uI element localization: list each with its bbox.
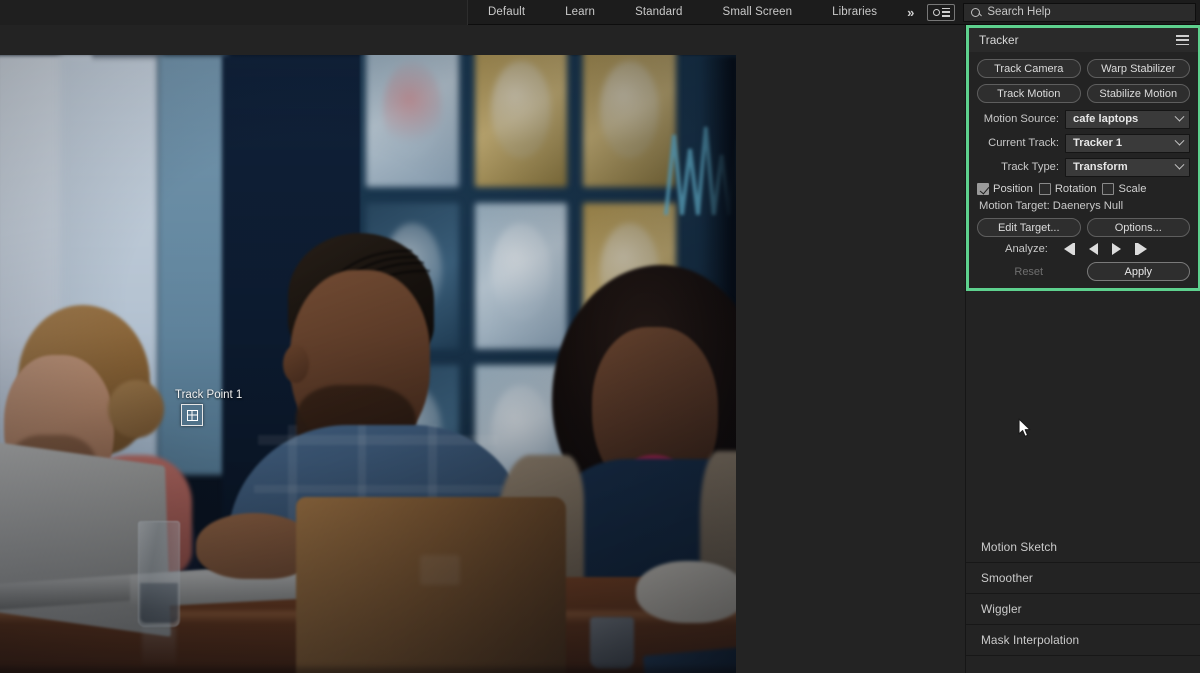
track-point-overlay[interactable]: Track Point 1 — [175, 389, 242, 426]
options-button[interactable]: Options... — [1087, 218, 1191, 237]
composition-viewer[interactable]: Track Point 1 — [0, 25, 965, 673]
position-checkbox-item[interactable]: Position — [977, 183, 1033, 195]
right-panel-stack: Info Audio Effects & Presets Libraries A… — [965, 25, 1200, 673]
gear-icon — [933, 9, 940, 16]
warp-stabilizer-button[interactable]: Warp Stabilizer — [1087, 59, 1191, 78]
panel-item-motion-sketch[interactable]: Motion Sketch — [966, 532, 1200, 563]
track-type-label: Track Type: — [977, 161, 1065, 173]
rotation-checkbox[interactable] — [1039, 183, 1051, 195]
tracker-panel-header[interactable]: Tracker — [969, 28, 1198, 52]
search-help-input[interactable]: Search Help — [963, 3, 1196, 22]
position-checkbox-label: Position — [993, 183, 1033, 195]
tracker-bottom-buttons-row: Reset Apply — [977, 262, 1190, 281]
tracker-checkbox-row: Position Rotation Scale — [977, 183, 1190, 195]
search-icon — [971, 8, 980, 17]
workspace-settings-icon[interactable] — [927, 4, 955, 21]
motion-source-select[interactable]: cafe laptops — [1065, 110, 1190, 129]
analyze-1-backward-icon[interactable] — [1064, 243, 1076, 255]
motion-source-row: Motion Source: cafe laptops — [977, 109, 1190, 129]
tracker-panel-body: Track Camera Warp Stabilizer Track Motio… — [969, 52, 1198, 288]
track-motion-button[interactable]: Track Motion — [977, 84, 1081, 103]
scene-color-grade — [0, 55, 736, 673]
tracker-buttons-row-2: Track Motion Stabilize Motion — [977, 84, 1190, 103]
current-track-label: Current Track: — [977, 137, 1065, 149]
analyze-label: Analyze: — [1005, 243, 1048, 255]
sliders-icon — [942, 8, 950, 17]
track-type-row: Track Type: Transform — [977, 157, 1190, 177]
current-track-row: Current Track: Tracker 1 — [977, 133, 1190, 153]
panel-item-wiggler[interactable]: Wiggler — [966, 594, 1200, 625]
track-point-label: Track Point 1 — [175, 389, 242, 401]
track-camera-button[interactable]: Track Camera — [977, 59, 1081, 78]
chevron-down-icon — [1175, 135, 1185, 145]
tracker-panel-title: Tracker — [979, 33, 1019, 47]
workspace-tab-libraries[interactable]: Libraries — [812, 0, 897, 25]
tracker-panel[interactable]: Tracker Track Camera Warp Stabilizer Tra… — [966, 25, 1200, 291]
stabilize-motion-button[interactable]: Stabilize Motion — [1087, 84, 1191, 103]
panel-item-mask-interpolation[interactable]: Mask Interpolation — [966, 625, 1200, 656]
rotation-checkbox-item[interactable]: Rotation — [1039, 183, 1097, 195]
search-help-text: Search Help — [987, 6, 1050, 18]
rotation-checkbox-label: Rotation — [1055, 183, 1097, 195]
tracker-target-buttons-row: Edit Target... Options... — [977, 218, 1190, 237]
analyze-1-forward-icon[interactable] — [1135, 243, 1147, 255]
apply-button[interactable]: Apply — [1087, 262, 1191, 281]
motion-source-label: Motion Source: — [977, 113, 1065, 125]
current-track-select[interactable]: Tracker 1 — [1065, 134, 1190, 153]
position-checkbox[interactable] — [977, 183, 989, 195]
scale-checkbox-item[interactable]: Scale — [1102, 183, 1146, 195]
analyze-forward-icon[interactable] — [1112, 243, 1121, 255]
analyze-backward-icon[interactable] — [1089, 243, 1098, 255]
scale-checkbox[interactable] — [1102, 183, 1114, 195]
panel-menu-icon[interactable] — [1176, 35, 1189, 45]
current-track-value: Tracker 1 — [1073, 137, 1122, 149]
edit-target-button[interactable]: Edit Target... — [977, 218, 1081, 237]
track-point-crosshair-icon — [187, 410, 198, 421]
workspace-tab-small-screen[interactable]: Small Screen — [703, 0, 813, 25]
workspace-tab-standard[interactable]: Standard — [615, 0, 702, 25]
toolbar-left-filler — [0, 0, 468, 25]
panel-item-smoother[interactable]: Smoother — [966, 563, 1200, 594]
tracker-buttons-row-1: Track Camera Warp Stabilizer — [977, 59, 1190, 78]
workspace-tab-default[interactable]: Default — [468, 0, 545, 25]
scale-checkbox-label: Scale — [1118, 183, 1146, 195]
top-toolbar: Default Learn Standard Small Screen Libr… — [0, 0, 1200, 25]
workspace-tab-learn[interactable]: Learn — [545, 0, 615, 25]
chevron-down-icon — [1175, 159, 1185, 169]
track-type-select[interactable]: Transform — [1065, 158, 1190, 177]
workspace-overflow-icon[interactable]: » — [897, 0, 927, 25]
reset-button[interactable]: Reset — [977, 262, 1081, 281]
track-point-marker-icon[interactable] — [181, 404, 203, 426]
app-window: Default Learn Standard Small Screen Libr… — [0, 0, 1200, 673]
analyze-row: Analyze: — [977, 243, 1190, 255]
video-preview[interactable]: Track Point 1 — [0, 55, 736, 673]
motion-target-text: Motion Target: Daenerys Null — [979, 200, 1190, 212]
track-type-value: Transform — [1073, 161, 1128, 173]
chevron-down-icon — [1175, 111, 1185, 121]
motion-source-value: cafe laptops — [1073, 113, 1138, 125]
